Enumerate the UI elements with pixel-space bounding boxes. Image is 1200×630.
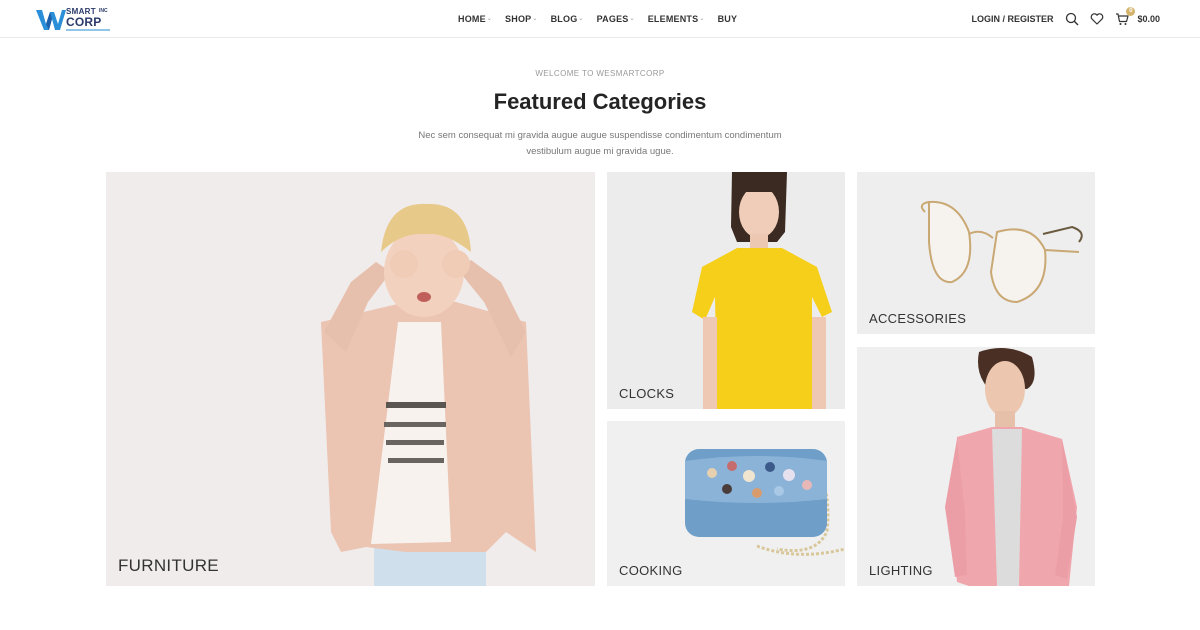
nav-elements-label: ELEMENTS [647,14,699,24]
glasses-photo [857,172,1095,334]
category-label-furniture: FURNITURE [118,556,219,575]
cart-total[interactable]: $0.00 [1137,14,1160,24]
category-tile-clocks[interactable]: CLOCKS [607,172,845,409]
category-tile-accessories[interactable]: ACCESSORIES [857,172,1095,334]
nav-pages-label: PAGES [596,14,629,24]
woman-yellow-top-photo [607,172,845,409]
site-header: SMART INC CORP HOME ⌄ SHOP ⌄ BLOG ⌄ PAGE… [0,0,1200,38]
section-description: Nec sem consequat mi gravida augue augue… [418,130,782,157]
category-tile-cooking[interactable]: COOKING [607,421,845,586]
main-nav: HOME ⌄ SHOP ⌄ BLOG ⌄ PAGES ⌄ ELEMENTS ⌄ … [458,0,750,38]
category-label-lighting: LIGHTING [869,563,933,578]
chevron-down-icon: ⌄ [532,15,538,22]
logo-tm-text: INC [99,8,108,14]
nav-elements[interactable]: ELEMENTS ⌄ [648,14,705,24]
cart-count-badge: 0 [1126,7,1136,16]
section-title: Featured Categories [493,89,707,114]
chevron-down-icon: ⌄ [578,15,584,22]
category-label-accessories: ACCESSORIES [869,311,967,326]
man-pink-blazer-photo [857,347,1095,586]
category-tile-furniture[interactable]: FURNITURE [106,172,595,586]
chevron-down-icon: ⌄ [629,15,635,22]
nav-buy[interactable]: BUY [718,14,738,24]
nav-home-label: HOME [458,14,486,24]
child-photo [106,172,595,586]
chevron-down-icon: ⌄ [486,15,493,22]
heart-icon[interactable] [1090,12,1104,26]
nav-blog-label: BLOG [550,14,578,24]
nav-shop[interactable]: SHOP ⌄ [505,14,538,24]
logo-corp-text: CORP [66,15,102,29]
logo-tagline-line [66,29,110,31]
search-icon[interactable] [1065,12,1079,26]
brand-logo[interactable]: SMART INC CORP [36,6,116,34]
logo-w-mark [36,10,66,30]
category-tile-lighting[interactable]: LIGHTING [857,347,1095,586]
login-register-link[interactable]: LOGIN / REGISTER [971,14,1053,24]
nav-home[interactable]: HOME ⌄ [458,14,492,24]
nav-pages[interactable]: PAGES ⌄ [597,14,635,24]
header-actions: LOGIN / REGISTER 0 $0.00 [971,0,1160,38]
category-label-cooking: COOKING [619,563,683,578]
category-label-clocks: CLOCKS [619,386,675,401]
nav-shop-label: SHOP [505,14,532,24]
cart-icon[interactable]: 0 [1115,7,1136,26]
chevron-down-icon: ⌄ [699,15,705,22]
nav-blog[interactable]: BLOG ⌄ [551,14,584,24]
nav-buy-label: BUY [717,14,738,24]
section-eyebrow: WELCOME TO WESMARTCORP [535,69,665,78]
blue-bag-photo [607,421,845,586]
